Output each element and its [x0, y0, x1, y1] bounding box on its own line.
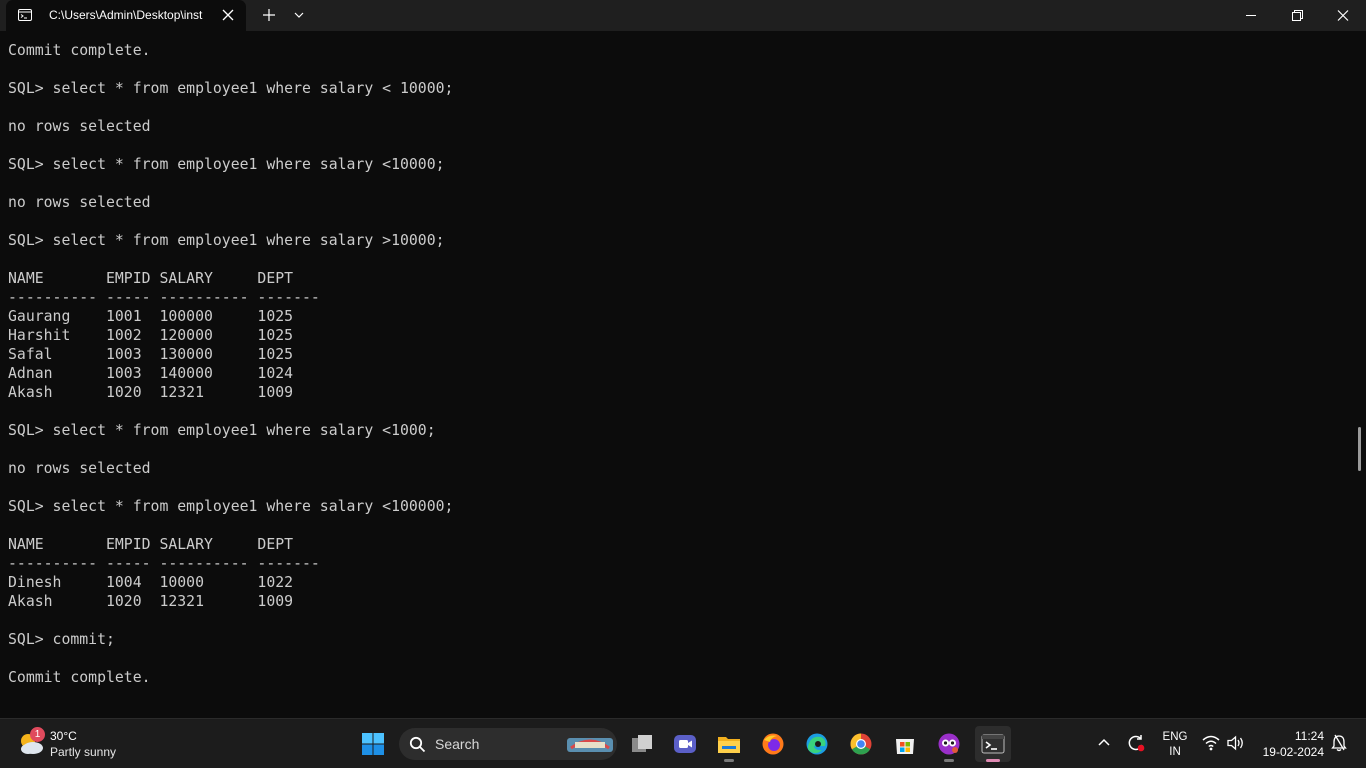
terminal-icon: [981, 734, 1005, 754]
task-view-icon: [632, 735, 652, 752]
terminal-line: SQL> select * from employee1 where salar…: [8, 156, 445, 173]
wifi-icon[interactable]: [1202, 735, 1220, 751]
terminal-line: Dinesh 1004 10000 1022: [8, 574, 294, 591]
folder-icon: [718, 737, 740, 753]
edge-button[interactable]: [799, 726, 835, 762]
task-view-button[interactable]: [624, 726, 660, 762]
terminal-tab[interactable]: C:\Users\Admin\Desktop\inst: [6, 0, 246, 31]
terminal-line: NAME EMPID SALARY DEPT: [8, 536, 294, 553]
store-bag-icon: [896, 739, 914, 754]
chrome-icon: [850, 733, 872, 755]
scrollbar-thumb[interactable]: [1358, 427, 1361, 471]
terminal-line: no rows selected: [8, 460, 151, 477]
clock-time[interactable]: 11:24: [1256, 729, 1324, 743]
terminal-line: SQL> select * from employee1 where salar…: [8, 422, 436, 439]
clock-date[interactable]: 19-02-2024: [1256, 745, 1324, 759]
video-camera-icon: [674, 735, 696, 753]
chevron-up-icon[interactable]: [1095, 734, 1113, 752]
chevron-down-icon[interactable]: [290, 6, 308, 24]
terminal-line: no rows selected: [8, 118, 151, 135]
region-code: IN: [1169, 746, 1181, 758]
meet-button[interactable]: [667, 726, 703, 762]
windows-logo-icon: [362, 733, 384, 755]
weather-badge: 1: [30, 727, 45, 742]
terminal-lines: Commit complete. SQL> select * from emplo…: [8, 41, 453, 687]
running-indicator: [724, 759, 734, 762]
start-button[interactable]: [355, 726, 391, 762]
terminal-line: no rows selected: [8, 194, 151, 211]
new-tab-icon[interactable]: [259, 6, 279, 24]
terminal-line: ---------- ----- ---------- -------: [8, 289, 320, 306]
terminal-tab-icon: [18, 9, 32, 21]
copilot-button[interactable]: [931, 726, 967, 762]
terminal-line: ---------- ----- ---------- -------: [8, 555, 320, 572]
terminal-line: SQL> select * from employee1 where salar…: [8, 498, 454, 515]
terminal-output[interactable]: Commit complete. SQL> select * from emplo…: [0, 31, 1366, 718]
weather-description[interactable]: Partly sunny: [50, 745, 116, 759]
file-explorer-button[interactable]: [711, 726, 747, 762]
title-bar: C:\Users\Admin\Desktop\inst: [0, 0, 1366, 31]
terminal-line: Akash 1020 12321 1009: [8, 593, 294, 610]
edge-icon: [806, 733, 828, 755]
running-indicator: [944, 759, 954, 762]
microsoft-store-button[interactable]: [887, 726, 923, 762]
minimize-icon[interactable]: [1228, 0, 1274, 31]
terminal-line: SQL> select * from employee1 where salar…: [8, 80, 454, 97]
search-icon: [409, 736, 426, 753]
close-tab-icon[interactable]: [219, 6, 237, 24]
search-highlight-icon: [567, 738, 613, 752]
terminal-line: Akash 1020 12321 1009: [8, 384, 294, 401]
terminal-line: Adnan 1003 140000 1024: [8, 365, 294, 382]
terminal-line: Commit complete.: [8, 669, 151, 686]
terminal-line: NAME EMPID SALARY DEPT: [8, 270, 294, 287]
firefox-button[interactable]: [755, 726, 791, 762]
sync-icon[interactable]: [1126, 733, 1146, 753]
terminal-app-button[interactable]: [975, 726, 1011, 762]
firefox-icon: [762, 733, 784, 755]
close-window-icon[interactable]: [1320, 0, 1366, 31]
search-label: Search: [435, 736, 480, 752]
copilot-icon: [938, 733, 960, 755]
terminal-line: Gaurang 1001 100000 1025: [8, 308, 294, 325]
language-code: ENG: [1162, 731, 1188, 743]
chrome-button[interactable]: [843, 726, 879, 762]
terminal-line: Commit complete.: [8, 42, 151, 59]
volume-icon[interactable]: [1227, 735, 1245, 751]
terminal-line: SQL> select * from employee1 where salar…: [8, 232, 445, 249]
active-indicator: [986, 759, 1000, 762]
taskbar-search-box[interactable]: Search: [399, 728, 617, 760]
restore-icon[interactable]: [1274, 0, 1320, 31]
terminal-line: Safal 1003 130000 1025: [8, 346, 294, 363]
language-indicator[interactable]: ENG IN: [1160, 730, 1190, 760]
taskbar: 1 30°C Partly sunny Search ENG IN 11:24 …: [0, 718, 1366, 768]
terminal-line: Harshit 1002 120000 1025: [8, 327, 294, 344]
notification-bell-icon[interactable]: [1331, 734, 1347, 752]
weather-temperature[interactable]: 30°C: [50, 729, 77, 743]
terminal-line: SQL> commit;: [8, 631, 115, 648]
tab-title: C:\Users\Admin\Desktop\inst: [49, 8, 203, 22]
